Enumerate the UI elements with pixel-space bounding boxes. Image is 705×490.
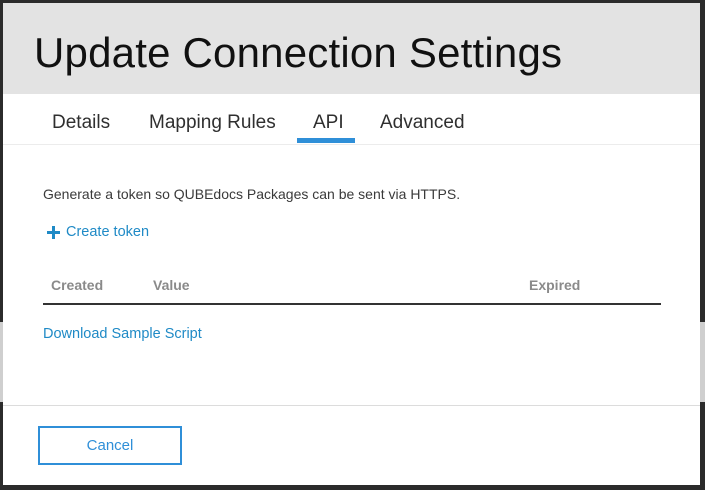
api-description: Generate a token so QUBEdocs Packages ca… bbox=[43, 186, 461, 202]
create-token-label: Create token bbox=[66, 224, 150, 240]
tab-api[interactable]: API bbox=[313, 112, 344, 134]
update-connection-settings-dialog: Update Connection Settings Details Mappi… bbox=[3, 3, 700, 485]
plus-icon bbox=[47, 225, 60, 239]
cancel-button[interactable]: Cancel bbox=[38, 426, 182, 465]
download-sample-script-link[interactable]: Download Sample Script bbox=[43, 326, 202, 342]
dialog-header: Update Connection Settings bbox=[3, 3, 700, 94]
dialog-footer: Cancel bbox=[3, 405, 700, 485]
tab-advanced[interactable]: Advanced bbox=[380, 112, 465, 134]
column-header-value: Value bbox=[153, 277, 190, 293]
column-header-created: Created bbox=[51, 277, 104, 293]
token-table: Created Value Expired bbox=[43, 269, 661, 305]
tab-details[interactable]: Details bbox=[52, 112, 110, 134]
create-token-button[interactable]: Create token bbox=[47, 224, 149, 240]
column-header-expired: Expired bbox=[529, 277, 581, 293]
active-tab-indicator bbox=[297, 138, 355, 143]
tab-bar: Details Mapping Rules API Advanced bbox=[3, 94, 700, 145]
tab-mapping-rules[interactable]: Mapping Rules bbox=[149, 112, 276, 134]
dialog-title: Update Connection Settings bbox=[34, 29, 563, 76]
